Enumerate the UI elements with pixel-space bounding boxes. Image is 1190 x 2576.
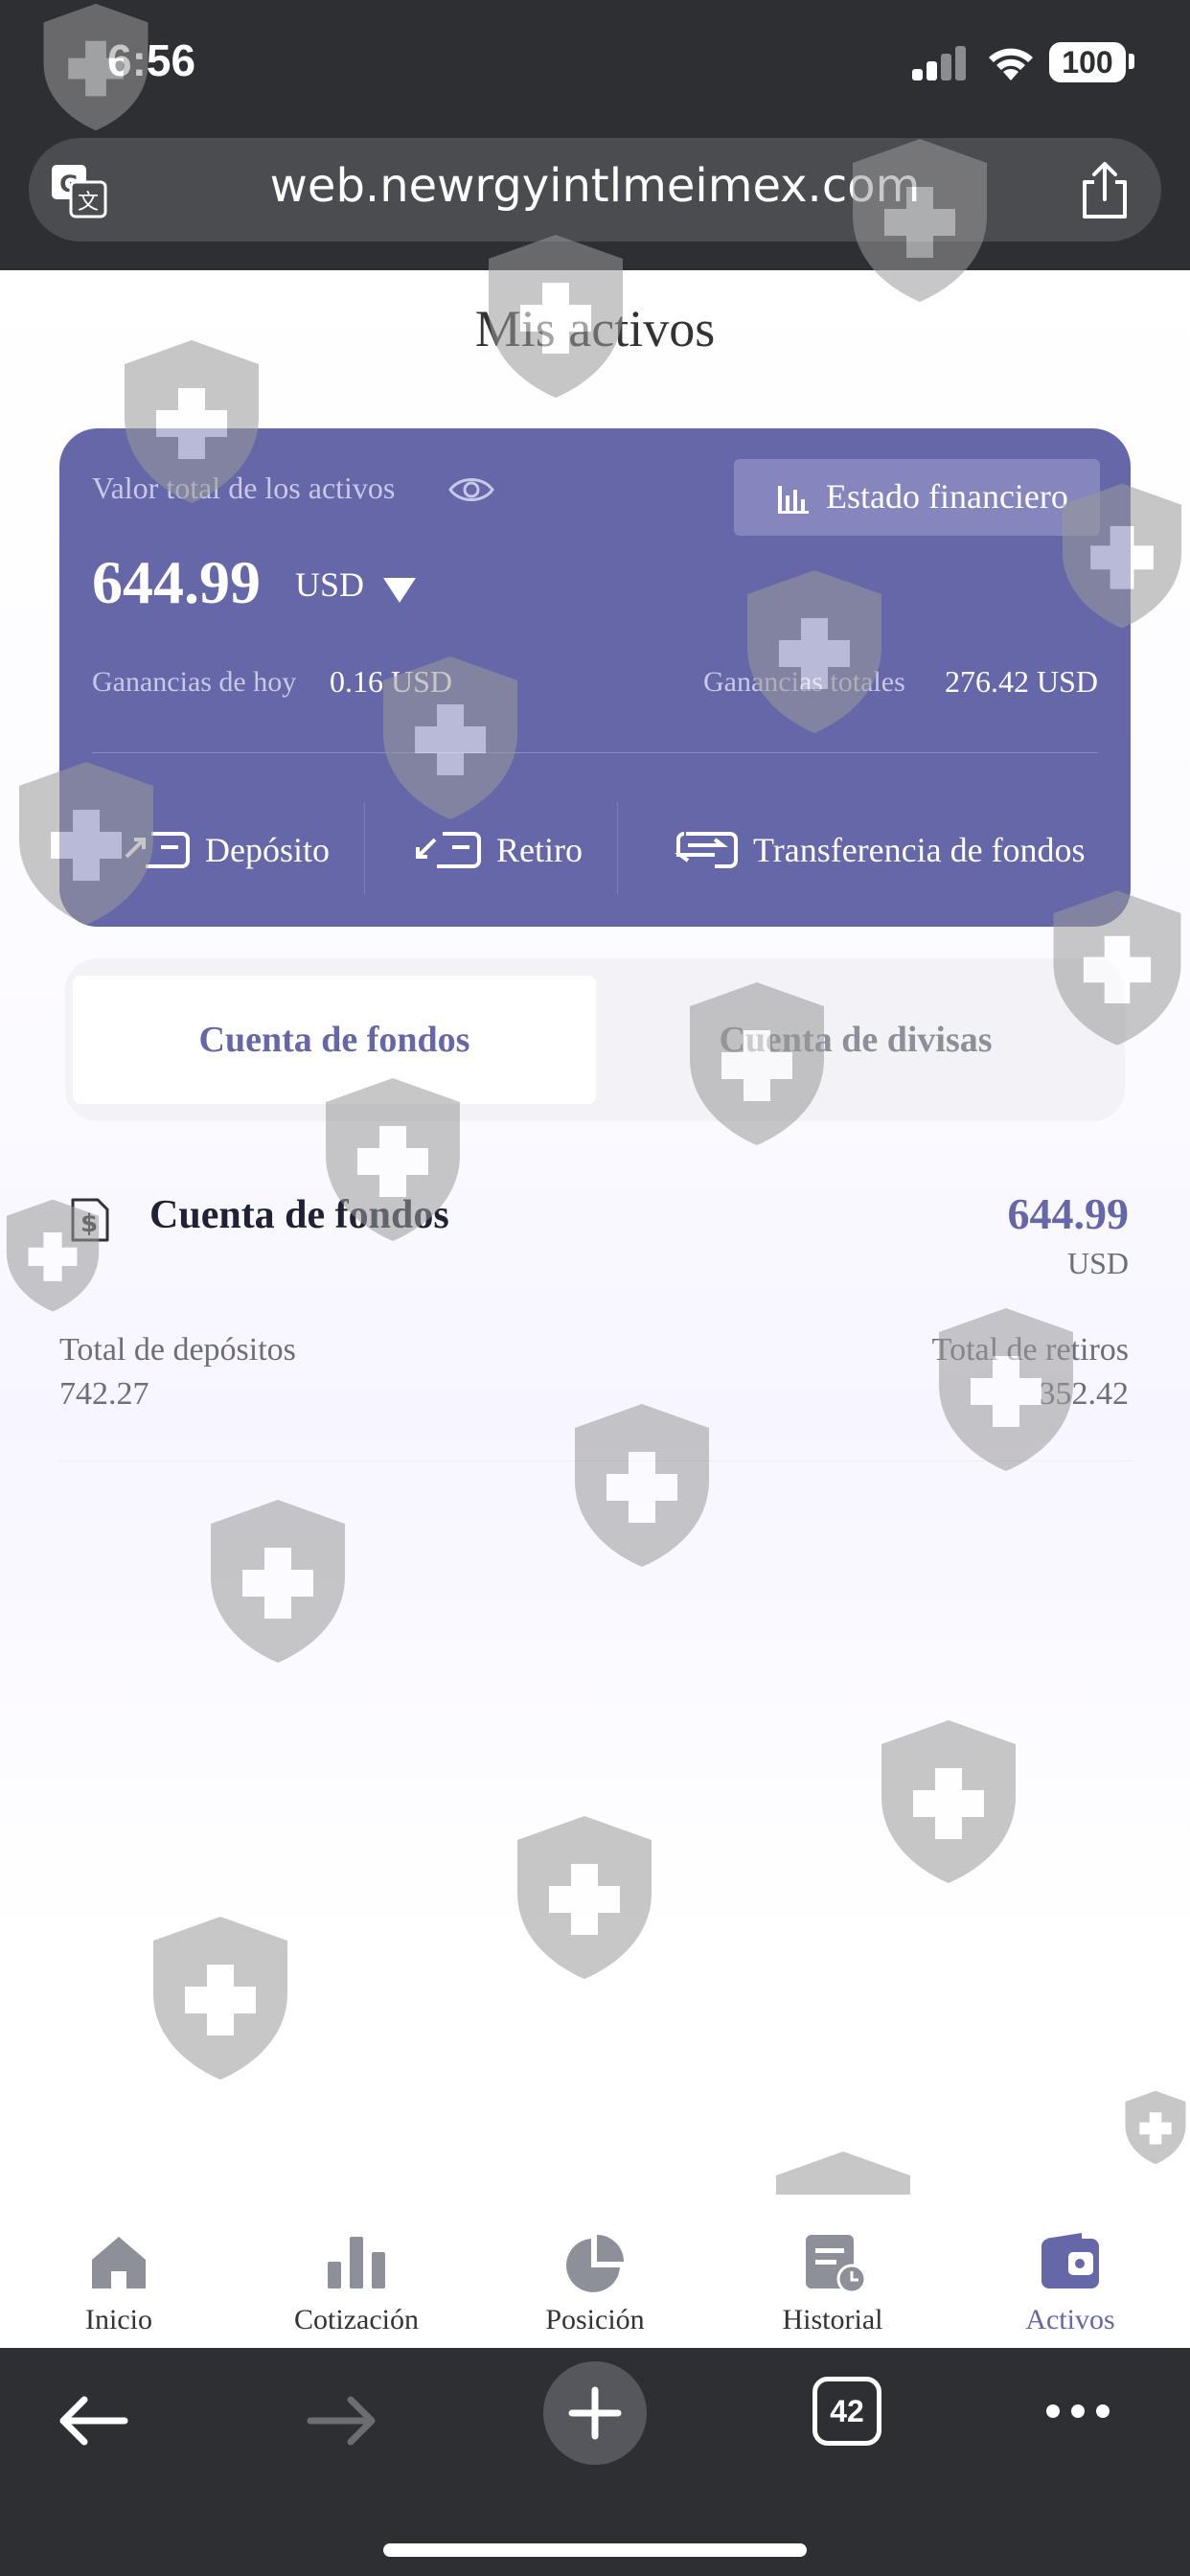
card-divider: [92, 752, 1098, 753]
financial-statement-button[interactable]: Estado financiero: [734, 459, 1100, 536]
page-title: Mis activos: [474, 300, 716, 357]
wallet-icon: [1041, 2233, 1099, 2288]
total-deposits-label: Total de depósitos: [59, 1332, 296, 1368]
browser-toolbar: 42: [0, 2348, 1190, 2576]
bottom-navigation: Inicio Cotización Posición Historial Act…: [0, 2195, 1190, 2348]
nav-label: Cotización: [294, 2304, 419, 2335]
battery-nub: [1129, 54, 1134, 69]
status-time: 6:56: [107, 35, 196, 85]
transfer-label: Transferencia de fondos: [753, 831, 1086, 869]
nav-item-history[interactable]: Historial: [737, 2195, 928, 2348]
pie-chart-icon: [566, 2235, 624, 2292]
today-earnings-value: 0.16 USD: [330, 664, 453, 699]
status-bar: 6:56 100: [0, 0, 1190, 134]
new-tab-button[interactable]: [543, 2361, 647, 2465]
address-bar[interactable]: G 文 web.newrgyintlmeimex.com: [29, 138, 1161, 242]
nav-item-quotes[interactable]: Cotización: [261, 2195, 452, 2348]
deposit-label: Depósito: [205, 831, 330, 869]
total-assets-value: 644.99: [92, 548, 261, 616]
bar-chart-icon: [778, 486, 809, 514]
fund-account-title: Cuenta de fondos: [149, 1193, 449, 1237]
battery-icon: 100: [1049, 42, 1126, 82]
withdraw-button[interactable]: Retiro: [414, 821, 583, 879]
home-indicator: [383, 2543, 807, 2557]
account-tabs: Cuenta de fondos Cuenta de divisas: [65, 958, 1125, 1121]
url-text: web.newrgyintlmeimex.com: [269, 159, 921, 213]
section-divider: [59, 1460, 1131, 1461]
total-earnings-label: Ganancias totales: [703, 666, 905, 698]
nav-label: Activos: [1025, 2304, 1115, 2335]
nav-item-assets[interactable]: Activos: [974, 2195, 1166, 2348]
page-content: Mis activos Valor total de los activos E…: [0, 270, 1190, 2348]
fund-account-value: 644.99: [1007, 1189, 1130, 1238]
withdraw-icon: [416, 832, 481, 868]
tab-switcher-button[interactable]: 42: [812, 2377, 881, 2446]
fund-account-currency: USD: [1066, 1246, 1129, 1280]
total-deposits-value: 742.27: [59, 1376, 149, 1412]
total-withdrawals-label: Total de retiros: [931, 1332, 1129, 1368]
asset-summary-card: Valor total de los activos Estado financ…: [59, 428, 1131, 927]
eye-icon[interactable]: [448, 474, 494, 505]
nav-label: Posición: [545, 2304, 645, 2335]
history-icon: [806, 2235, 867, 2294]
action-divider: [617, 802, 618, 894]
back-arrow-icon[interactable]: [56, 2392, 128, 2450]
caret-down-icon[interactable]: [383, 578, 416, 603]
deposit-button[interactable]: Depósito: [123, 821, 330, 879]
dollar-document-icon: $: [71, 1198, 109, 1242]
more-options-icon[interactable]: [1044, 2402, 1111, 2421]
share-icon[interactable]: [1077, 161, 1133, 220]
financial-statement-label: Estado financiero: [826, 477, 1068, 516]
action-divider: [364, 802, 365, 894]
total-withdrawals-value: 352.42: [1039, 1376, 1130, 1412]
transfer-button[interactable]: Transferencia de fondos: [667, 821, 1086, 879]
deposit-icon: [125, 832, 190, 868]
transfer-icon: [675, 832, 738, 868]
home-icon: [92, 2237, 146, 2288]
cellular-signal-icon: [912, 44, 968, 80]
nav-label: Historial: [782, 2304, 883, 2335]
today-earnings-label: Ganancias de hoy: [92, 666, 297, 698]
withdraw-label: Retiro: [496, 831, 583, 869]
bar-chart-icon: [328, 2237, 385, 2288]
nav-item-position[interactable]: Posición: [499, 2195, 691, 2348]
currency-selector[interactable]: USD: [295, 564, 364, 605]
total-assets-label: Valor total de los activos: [92, 471, 396, 505]
nav-item-home[interactable]: Inicio: [23, 2195, 215, 2348]
wifi-icon: [989, 48, 1033, 80]
nav-label: Inicio: [85, 2304, 152, 2335]
browser-address-area: G 文 web.newrgyintlmeimex.com: [0, 134, 1190, 270]
svg-text:$: $: [80, 1209, 98, 1238]
tab-fund-account[interactable]: Cuenta de fondos: [73, 976, 596, 1104]
forward-arrow-icon[interactable]: [307, 2392, 379, 2450]
plus-icon: [568, 2386, 622, 2440]
tab-currency-account[interactable]: Cuenta de divisas: [594, 976, 1117, 1104]
total-earnings-value: 276.42 USD: [944, 664, 1098, 699]
